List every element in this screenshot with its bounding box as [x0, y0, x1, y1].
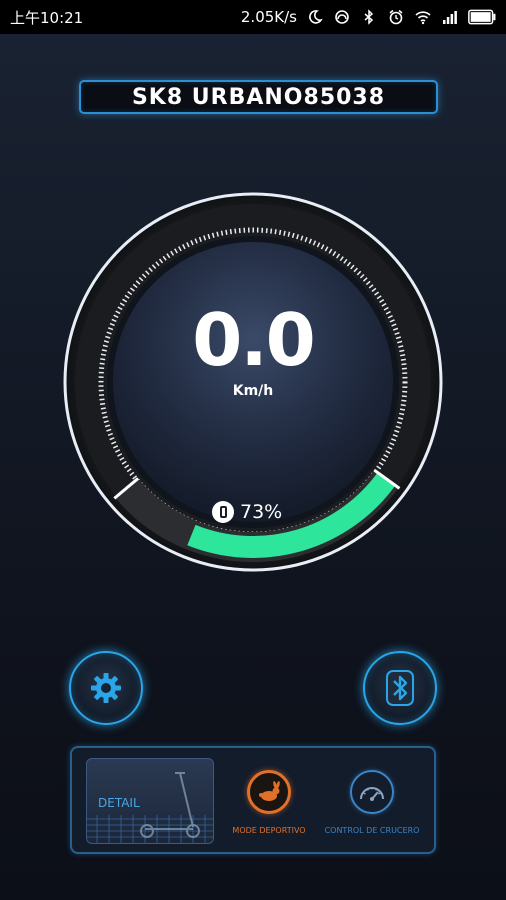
battery-indicator: 73%	[212, 500, 282, 524]
detail-label: DETAIL	[98, 796, 140, 810]
cruise-control-circle	[350, 770, 394, 814]
bluetooth-button[interactable]	[363, 651, 437, 725]
status-time: 上午10:21	[10, 8, 84, 27]
moon-icon	[309, 10, 323, 24]
wifi-icon	[415, 11, 431, 25]
battery-level-icon	[212, 501, 234, 523]
device-name: SK8 URBANO85038	[131, 84, 386, 110]
sport-mode-button[interactable]: MODE DEPORTIVO	[219, 770, 319, 835]
mode-panel: DETAIL MODE DEPORTIVO CONTROL DE CRUCERO	[70, 746, 436, 854]
gear-icon	[91, 673, 121, 703]
sport-mode-label: MODE DEPORTIVO	[232, 826, 306, 835]
settings-button[interactable]	[69, 651, 143, 725]
detail-button[interactable]: DETAIL	[86, 758, 214, 844]
gauge-face	[113, 242, 393, 522]
speed-unit: Km/h	[232, 383, 274, 399]
speed-value: 0.0	[192, 298, 316, 382]
cruise-control-button[interactable]: CONTROL DE CRUCERO	[322, 770, 422, 835]
network-speed: 2.05K/s	[240, 8, 297, 26]
status-bar: 上午10:21 2.05K/s	[0, 0, 506, 34]
rabbit-icon	[259, 781, 280, 801]
alarm-icon	[389, 9, 403, 25]
headset-icon	[335, 10, 349, 24]
scooter-icon	[140, 772, 200, 838]
status-icons: 2.05K/s	[241, 8, 496, 26]
battery-icon	[468, 9, 496, 25]
sport-mode-circle	[247, 770, 291, 814]
bluetooth-icon	[386, 670, 414, 706]
speedometer-icon	[360, 787, 384, 801]
bluetooth-icon	[364, 9, 374, 25]
device-name-box: SK8 URBANO85038	[79, 80, 438, 114]
signal-icon	[443, 11, 457, 24]
cruise-control-label: CONTROL DE CRUCERO	[324, 826, 420, 835]
battery-percent: 73%	[240, 501, 283, 523]
